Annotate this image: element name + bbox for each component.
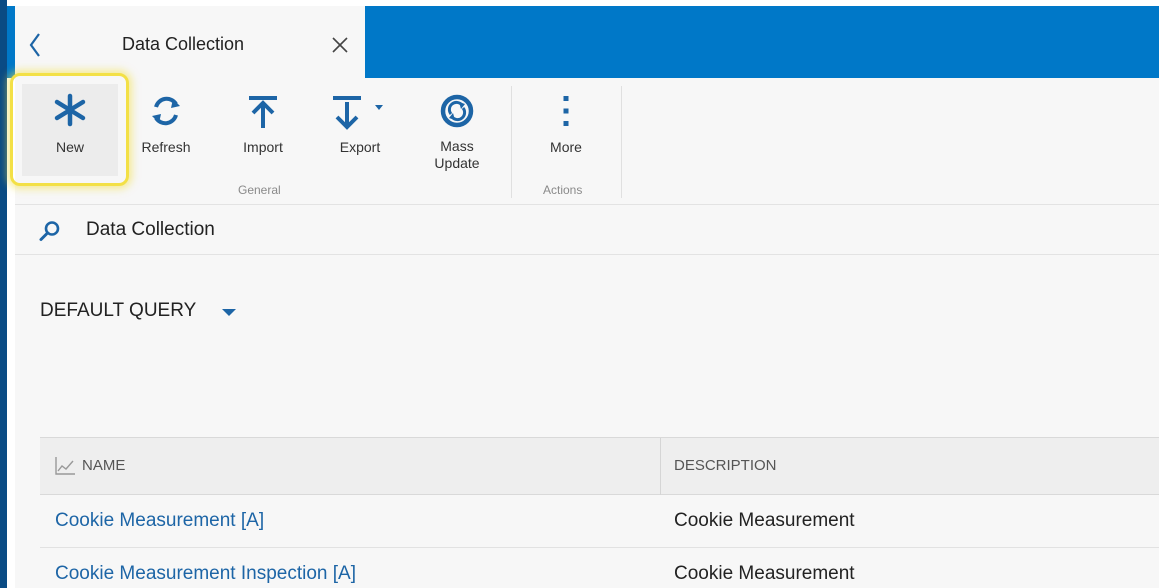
caret-down-icon[interactable] xyxy=(220,305,238,319)
column-header-description[interactable]: DESCRIPTION xyxy=(674,457,777,474)
query-label: DEFAULT QUERY xyxy=(40,300,197,321)
mass-update-label-line2: Update xyxy=(434,155,480,171)
new-button[interactable]: New xyxy=(22,84,118,176)
export-button-label: Export xyxy=(339,139,381,155)
table-row[interactable]: Cookie Measurement [A] Cookie Measuremen… xyxy=(40,495,1159,548)
window-left-edge xyxy=(0,0,7,588)
mass-update-icon xyxy=(440,94,474,128)
search-icon[interactable] xyxy=(38,220,62,242)
line-chart-icon[interactable] xyxy=(54,456,76,476)
chevron-left-icon[interactable] xyxy=(22,28,46,62)
group-label-actions: Actions xyxy=(543,183,583,197)
search-input[interactable]: Data Collection xyxy=(86,219,215,241)
table-row[interactable]: Cookie Measurement Inspection [A] Cookie… xyxy=(40,548,1159,588)
column-divider[interactable] xyxy=(660,438,661,495)
header-left-strip xyxy=(7,6,15,78)
column-header-name[interactable]: NAME xyxy=(82,457,125,474)
close-icon[interactable] xyxy=(328,30,352,60)
import-button[interactable]: Import xyxy=(224,84,302,176)
row-name-link[interactable]: Cookie Measurement [A] xyxy=(55,510,264,532)
import-button-label: Import xyxy=(243,139,283,155)
refresh-button-label: Refresh xyxy=(141,139,191,155)
import-icon xyxy=(249,96,277,128)
more-button-label: More xyxy=(550,139,582,155)
row-name-link[interactable]: Cookie Measurement Inspection [A] xyxy=(55,563,356,585)
more-vertical-icon xyxy=(563,96,569,126)
ribbon-divider xyxy=(621,86,622,198)
mass-update-label-line1: Mass xyxy=(440,138,474,154)
tab-title: Data Collection xyxy=(122,34,245,54)
export-button[interactable]: Export xyxy=(320,84,400,176)
data-grid: NAME DESCRIPTION Cookie Measurement [A] … xyxy=(40,437,1159,588)
group-label-general: General xyxy=(238,183,281,197)
asterisk-icon xyxy=(54,93,86,127)
grid-header: NAME DESCRIPTION xyxy=(40,437,1159,495)
export-icon xyxy=(333,96,383,130)
ribbon-divider xyxy=(511,86,512,198)
refresh-button[interactable]: Refresh xyxy=(128,84,204,176)
row-description: Cookie Measurement xyxy=(674,563,855,584)
refresh-icon xyxy=(152,96,180,126)
mass-update-button[interactable]: Mass Update xyxy=(418,84,496,176)
more-button[interactable]: More xyxy=(528,84,604,176)
new-button-label: New xyxy=(55,139,84,155)
app-header-bar xyxy=(365,6,1159,78)
row-description: Cookie Measurement xyxy=(674,510,855,531)
